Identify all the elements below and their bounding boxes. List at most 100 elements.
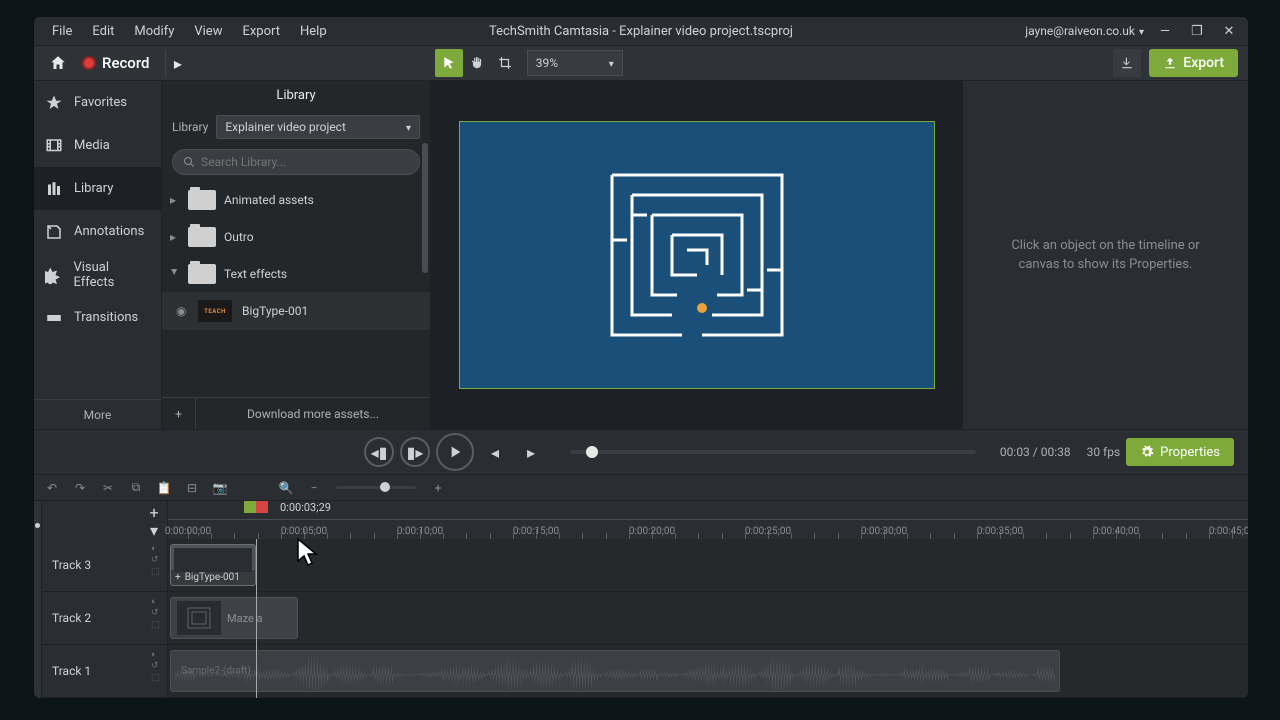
prev-marker-button[interactable]: ◂ <box>480 437 510 467</box>
track-mute-icon[interactable]: ⬚ <box>151 567 163 577</box>
maze-graphic <box>607 170 787 340</box>
export-button[interactable]: Export <box>1149 49 1238 77</box>
library-asset[interactable]: ◉TEACHBigType-001 <box>162 292 430 330</box>
folder-icon <box>188 264 216 284</box>
minimize-button[interactable]: — <box>1154 20 1176 42</box>
add-track-button[interactable]: + <box>145 503 163 521</box>
track-header[interactable]: Track 3◐↺⬚ <box>42 539 167 592</box>
collapse-tracks-button[interactable]: ▾ <box>145 521 163 539</box>
track-header[interactable]: Track 1◐↺⬚ <box>42 645 167 698</box>
menu-help[interactable]: Help <box>290 20 337 43</box>
track-lock-icon[interactable]: ↺ <box>151 555 163 565</box>
zoom-value: 39% <box>536 56 558 70</box>
track-visibility-icon[interactable]: ◐ <box>151 596 163 606</box>
chevron-icon: ▸ <box>170 230 180 244</box>
ruler-label: 0:00:30;00 <box>861 526 907 537</box>
download-button[interactable] <box>1113 49 1141 77</box>
library-icon <box>44 179 64 199</box>
transitions-icon <box>44 308 64 328</box>
home-button[interactable] <box>44 49 72 77</box>
library-panel: Library Library Explainer video project … <box>162 81 431 429</box>
menu-modify[interactable]: Modify <box>124 20 184 43</box>
library-title: Library <box>162 81 430 109</box>
mouse-cursor <box>296 537 322 569</box>
sidebar-item-visual-effects[interactable]: Visual Effects <box>34 253 161 296</box>
folder-icon <box>188 227 216 247</box>
timeline-toolbar: ↶ ↷ ✂ ⧉ 📋 ⊟ 📷 🔍 − + <box>34 475 1248 501</box>
library-scrollbar[interactable] <box>422 143 428 273</box>
sidebar-item-media[interactable]: Media <box>34 124 161 167</box>
copy-button[interactable]: ⧉ <box>126 478 146 498</box>
record-button[interactable]: Record <box>72 50 159 76</box>
track-lock-icon[interactable]: ↺ <box>151 661 163 671</box>
menu-export[interactable]: Export <box>232 20 290 43</box>
next-frame-button[interactable]: ▮▸ <box>400 437 430 467</box>
prev-frame-button[interactable]: ◂▮ <box>364 437 394 467</box>
playhead-flag[interactable] <box>244 501 268 513</box>
zoom-in-button[interactable]: + <box>428 478 448 498</box>
paste-button[interactable]: 📋 <box>154 478 174 498</box>
sidebar-item-transitions[interactable]: Transitions <box>34 296 161 339</box>
timeline-zoom-slider[interactable] <box>336 486 416 489</box>
select-tool[interactable] <box>435 49 463 77</box>
marker-gutter-header <box>34 501 42 539</box>
ruler-label: 0:00:00;00 <box>165 526 211 537</box>
split-button[interactable]: ⊟ <box>182 478 202 498</box>
preview-canvas[interactable] <box>459 121 935 389</box>
cut-button[interactable]: ✂ <box>98 478 118 498</box>
crop-tool[interactable] <box>491 49 519 77</box>
record-step-button[interactable]: ▸ <box>165 50 189 76</box>
snapshot-button[interactable]: 📷 <box>210 478 230 498</box>
playhead-line[interactable] <box>256 539 257 698</box>
next-marker-button[interactable]: ▸ <box>516 437 546 467</box>
track-lane[interactable]: Maze a <box>168 592 1248 645</box>
properties-toggle-button[interactable]: Properties <box>1126 438 1234 466</box>
track-visibility-icon[interactable]: ◐ <box>151 649 163 659</box>
track-lane[interactable]: +BigType-001 <box>168 539 1248 592</box>
library-search[interactable] <box>172 149 420 175</box>
undo-button[interactable]: ↶ <box>42 478 62 498</box>
sidebar-item-library[interactable]: Library <box>34 167 161 210</box>
menu-edit[interactable]: Edit <box>82 20 124 43</box>
library-search-input[interactable] <box>201 155 409 169</box>
clip-maze[interactable]: Maze a <box>170 597 298 639</box>
track-lock-icon[interactable]: ↺ <box>151 608 163 618</box>
library-folder[interactable]: ▸Outro <box>162 218 430 255</box>
close-button[interactable]: ✕ <box>1218 20 1240 42</box>
library-folder[interactable]: ▸Text effects <box>162 255 430 292</box>
track-header[interactable]: Track 2◐↺⬚ <box>42 592 167 645</box>
sidebar-item-favorites[interactable]: Favorites <box>34 81 161 124</box>
record-icon <box>82 56 96 70</box>
marker-gutter <box>34 539 42 698</box>
sidebar-item-annotations[interactable]: Annotations <box>34 210 161 253</box>
track-lane[interactable]: Sample2-(draft) <box>168 645 1248 698</box>
pan-tool[interactable] <box>463 49 491 77</box>
canvas-zoom-select[interactable]: 39% <box>527 50 623 76</box>
track-mute-icon[interactable]: ⬚ <box>151 620 163 630</box>
favorites-icon <box>44 93 64 113</box>
track-visibility-icon[interactable]: ◐ <box>151 543 163 553</box>
ruler-label: 0:00:45;00 <box>1209 526 1248 537</box>
folder-icon <box>188 190 216 210</box>
redo-button[interactable]: ↷ <box>70 478 90 498</box>
ruler-label: 0:00:10;00 <box>397 526 443 537</box>
play-button[interactable] <box>436 433 474 471</box>
maximize-button[interactable]: ❐ <box>1186 20 1208 42</box>
account-menu[interactable]: jayne@raiveon.co.uk <box>1025 24 1144 38</box>
chevron-icon: ▸ <box>168 269 182 279</box>
library-selector[interactable]: Explainer video project <box>216 115 420 139</box>
library-add-button[interactable]: + <box>162 398 196 429</box>
track-mute-icon[interactable]: ⬚ <box>151 673 163 683</box>
playback-slider[interactable] <box>570 450 976 454</box>
timeline-ruler[interactable]: 0:00:03;29 0:00:00;000:00:05;000:00:10;0… <box>168 501 1248 539</box>
library-download-more[interactable]: Download more assets... <box>196 407 430 421</box>
zoom-fit-button[interactable]: 🔍 <box>276 478 296 498</box>
library-folder[interactable]: ▸Animated assets <box>162 181 430 218</box>
sidebar-more[interactable]: More <box>34 399 161 429</box>
menu-view[interactable]: View <box>184 20 232 43</box>
menu-file[interactable]: File <box>42 20 82 43</box>
media-icon <box>44 136 64 156</box>
clip-audio[interactable]: Sample2-(draft) <box>170 650 1060 692</box>
clip-bigtype[interactable]: +BigType-001 <box>170 544 256 586</box>
zoom-out-button[interactable]: − <box>304 478 324 498</box>
